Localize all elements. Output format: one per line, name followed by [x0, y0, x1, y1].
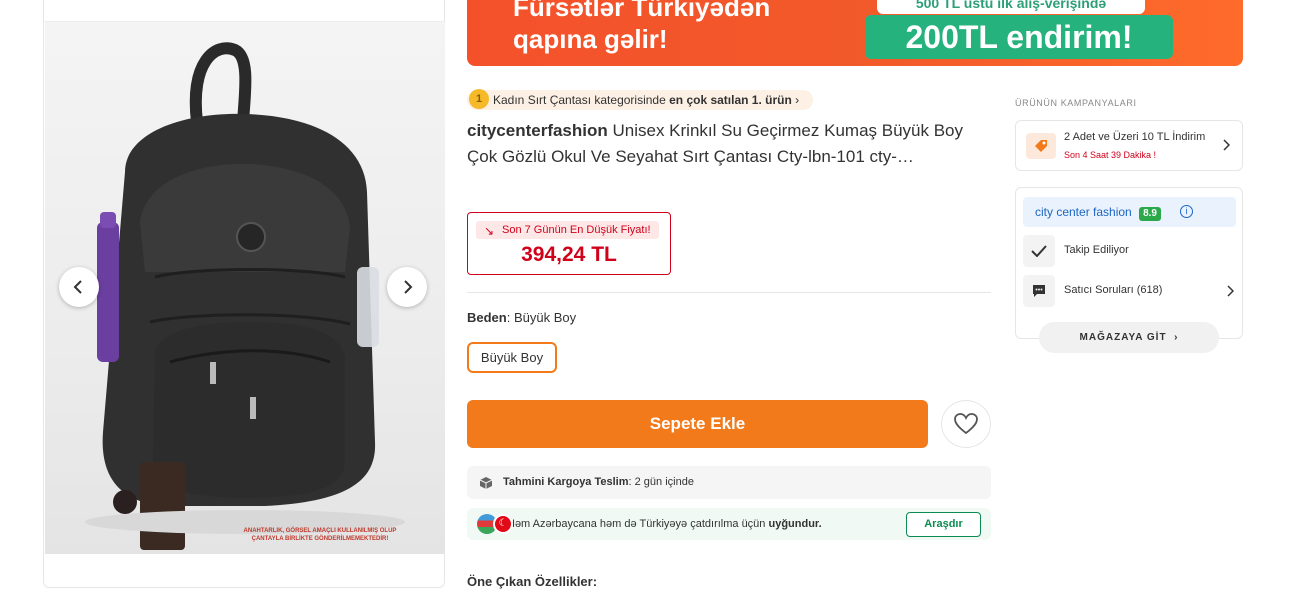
- go-to-store-label: MAĞAZAYA GİT: [1079, 332, 1167, 343]
- promo-banner[interactable]: Fürsətlər Türkiyədən qapına gəlir! 500 T…: [467, 0, 1243, 66]
- features-heading: Öne Çıkan Özellikler:: [467, 574, 598, 589]
- product-image[interactable]: ANAHTARLIK, GÖRSEL AMAÇLI KULLANILMIŞ OL…: [45, 22, 445, 554]
- seller-header[interactable]: city center fashion 8.9 i: [1023, 197, 1236, 227]
- chevron-right-icon: ›: [1170, 332, 1179, 343]
- delivery-info: Tahmini Kargoya Teslim: 2 gün içinde: [467, 466, 991, 499]
- bestseller-prefix: Kadın Sırt Çantası kategorisinde: [493, 93, 666, 107]
- gallery-next-button[interactable]: [387, 267, 427, 307]
- seller-card: city center fashion 8.9 i Takip Ediliyor…: [1015, 187, 1243, 353]
- favorite-button[interactable]: [941, 400, 991, 448]
- size-label-key: Beden: [467, 310, 507, 325]
- chevron-left-icon: [73, 280, 82, 294]
- bestseller-badge[interactable]: 1 Kadın Sırt Çantası kategorisinde en ço…: [467, 89, 814, 110]
- image-disclaimer: ANAHTARLIK, GÖRSEL AMAÇLI KULLANILMIŞ OL…: [243, 528, 397, 542]
- gallery-prev-button[interactable]: [59, 267, 99, 307]
- backpack-illustration: [85, 42, 405, 550]
- campaign-countdown: Son 4 Saat 39 Dakika !: [1064, 150, 1157, 160]
- medal-icon: 1: [469, 89, 489, 109]
- banner-headline-2: qapına gəlir!: [513, 24, 668, 54]
- seller-score-badge: 8.9: [1139, 207, 1161, 221]
- bestseller-rank: en çok satılan 1. ürün: [669, 93, 792, 107]
- campaign-title: 2 Adet ve Üzeri 10 TL İndirim: [1064, 131, 1206, 143]
- chat-bubble-icon: [1023, 275, 1055, 307]
- turkey-flag-icon: ☾: [493, 514, 513, 534]
- add-to-cart-button[interactable]: Sepete Ekle: [467, 400, 928, 448]
- section-divider: [467, 292, 991, 293]
- banner-offer-amount: 200TL endirim!: [865, 15, 1173, 59]
- campaign-item[interactable]: 2 Adet ve Üzeri 10 TL İndirim Son 4 Saat…: [1015, 120, 1243, 171]
- chevron-right-icon: [1223, 139, 1230, 151]
- product-title: citycenterfashion Unisex Krinkıl Su Geçi…: [467, 118, 987, 170]
- explore-button[interactable]: Araşdır: [906, 512, 981, 537]
- size-selected-value: : Büyük Boy: [506, 310, 577, 325]
- product-gallery: ANAHTARLIK, GÖRSEL AMAÇLI KULLANILMIŞ OL…: [43, 0, 445, 588]
- product-price: 394,24 TL: [521, 243, 617, 266]
- checkmark-icon: [1023, 235, 1055, 267]
- info-icon[interactable]: i: [1180, 205, 1193, 218]
- seller-name[interactable]: city center fashion: [1035, 205, 1132, 219]
- campaigns-heading: ÜRÜNÜN KAMPANYALARI: [1015, 98, 1137, 108]
- banner-offer-condition: 500 TL üstü ilk alış-verişində: [877, 0, 1145, 14]
- size-option-buyuk-boy[interactable]: Büyük Boy: [467, 342, 557, 373]
- shipping-text: Həm Azərbaycana həm də Türkiyəyə çatdırı…: [507, 518, 766, 530]
- go-to-store-button[interactable]: MAĞAZAYA GİT ›: [1039, 322, 1219, 353]
- trend-down-icon: ↘: [484, 224, 495, 238]
- shipping-eligibility: ☾ Həm Azərbaycana həm də Türkiyəyə çatdı…: [467, 508, 991, 540]
- discount-tag-icon: [1026, 133, 1056, 159]
- lowest-price-label: Son 7 Günün En Düşük Fiyatı!: [502, 224, 651, 236]
- heart-icon: [954, 413, 978, 435]
- size-label: Beden: Büyük Boy: [467, 310, 576, 325]
- seller-questions-row[interactable]: Satıcı Soruları (618): [1023, 275, 1236, 307]
- delivery-value: : 2 gün içinde: [628, 476, 694, 488]
- follow-status-row[interactable]: Takip Ediliyor: [1023, 235, 1236, 267]
- price-box: ↘ Son 7 Günün En Düşük Fiyatı! 394,24 TL: [467, 212, 671, 275]
- banner-headline-1: Fürsətlər Türkiyədən: [513, 0, 771, 22]
- chevron-right-icon: [404, 280, 413, 294]
- lowest-price-tag: ↘ Son 7 Günün En Düşük Fiyatı!: [476, 221, 659, 239]
- chevron-right-icon: ›: [795, 93, 800, 107]
- package-icon: [479, 477, 493, 489]
- delivery-label: Tahmini Kargoya Teslim: [503, 476, 629, 488]
- seller-questions-label: Satıcı Soruları (618): [1064, 284, 1163, 296]
- product-brand[interactable]: citycenterfashion: [467, 121, 608, 140]
- chevron-right-icon: [1227, 285, 1234, 297]
- shipping-status: uyğundur.: [768, 518, 822, 530]
- follow-status-label: Takip Ediliyor: [1064, 244, 1129, 256]
